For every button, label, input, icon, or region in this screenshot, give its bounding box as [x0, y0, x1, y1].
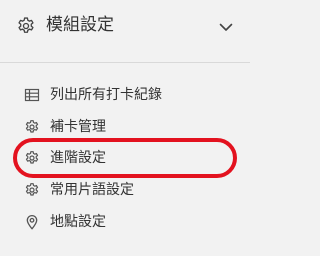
- module-settings-header[interactable]: 模組設定: [0, 0, 250, 52]
- gear-icon: [24, 119, 40, 135]
- header-divider: [0, 62, 250, 63]
- gear-icon: [24, 150, 40, 166]
- menu-item-makeup-punch[interactable]: 補卡管理: [0, 112, 250, 142]
- menu-item-phrase-settings[interactable]: 常用片語設定: [0, 175, 250, 205]
- menu-item-punch-records[interactable]: 列出所有打卡紀錄: [0, 80, 250, 110]
- chevron-down-icon[interactable]: [219, 23, 233, 32]
- menu-item-label: 地點設定: [50, 214, 106, 230]
- gear-icon: [16, 16, 36, 36]
- menu-item-advanced-settings[interactable]: 進階設定: [0, 143, 250, 173]
- menu-item-label: 補卡管理: [50, 119, 106, 135]
- table-icon: [24, 87, 40, 103]
- menu-item-label: 常用片語設定: [50, 182, 134, 198]
- location-pin-icon: [24, 214, 40, 230]
- module-settings-panel: 模組設定 列出所有打卡紀錄 補卡管理 進階設定 常用片語設定 地點設定: [0, 0, 250, 256]
- module-settings-title: 模組設定: [46, 15, 114, 35]
- gear-icon: [24, 182, 40, 198]
- menu-item-label: 列出所有打卡紀錄: [50, 87, 162, 103]
- menu-item-label: 進階設定: [50, 150, 106, 166]
- menu-item-location-settings[interactable]: 地點設定: [0, 207, 250, 237]
